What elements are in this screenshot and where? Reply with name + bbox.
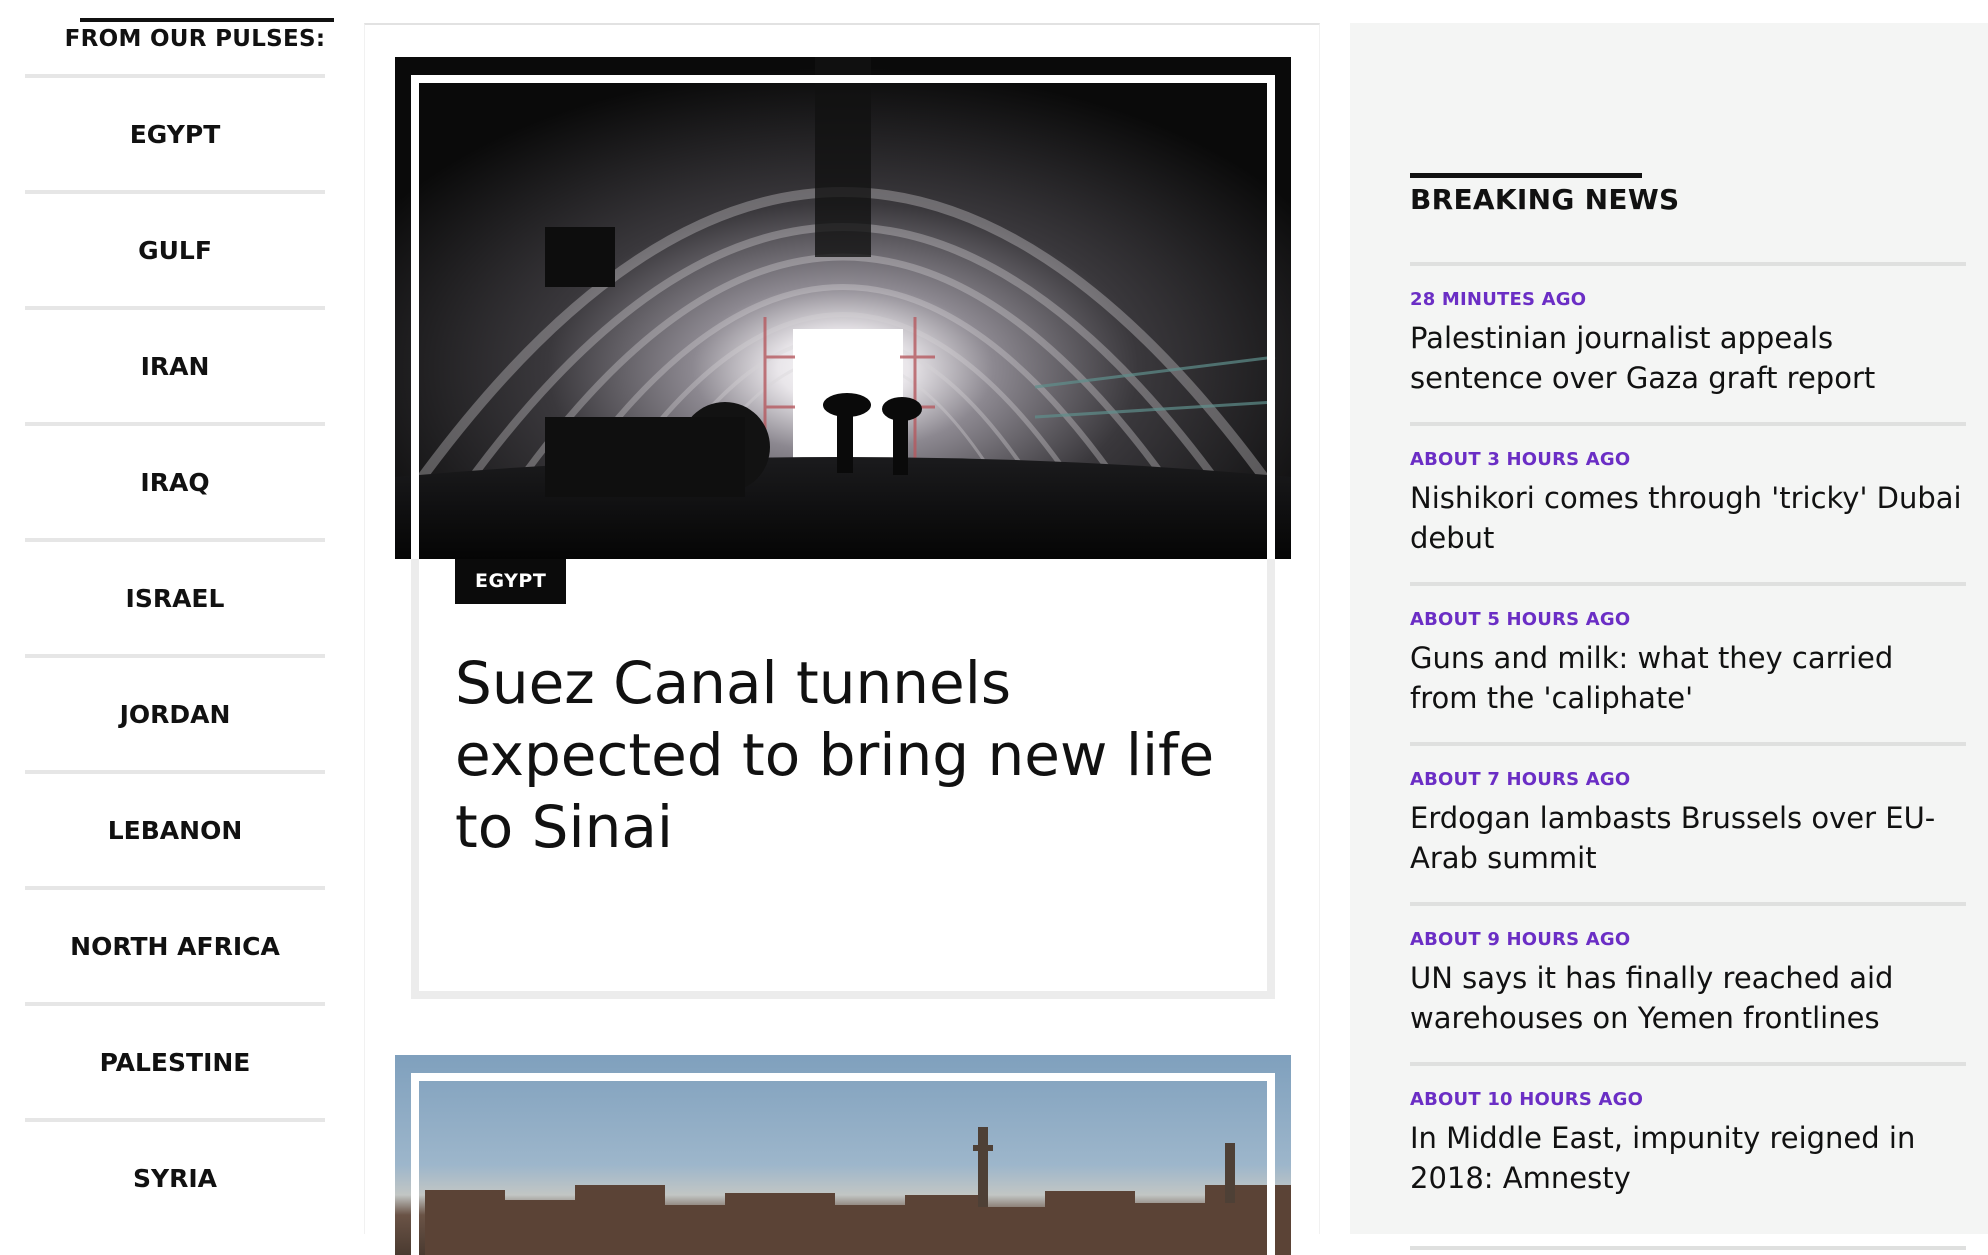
pulse-link-north-africa[interactable]: NORTH AFRICA <box>25 886 325 1002</box>
breaking-news-item[interactable]: ABOUT 5 HOURS AGO Guns and milk: what th… <box>1410 582 1966 742</box>
news-timestamp: ABOUT 9 HOURS AGO <box>1410 929 1631 950</box>
image-frame-overlay <box>411 1073 1275 1255</box>
pulse-link-syria[interactable]: SYRIA <box>25 1118 325 1234</box>
news-headline-link[interactable]: Erdogan lambasts Brussels over EU-Arab s… <box>1410 798 1966 878</box>
breaking-news-item[interactable]: ABOUT 7 HOURS AGO Erdogan lambasts Bruss… <box>1410 742 1966 902</box>
article-image-cityscape[interactable] <box>395 1055 1291 1255</box>
news-headline-link[interactable]: Palestinian journalist appeals sentence … <box>1410 318 1966 398</box>
pulses-list: EGYPT GULF IRAN IRAQ ISRAEL JORDAN LEBAN… <box>25 74 325 1234</box>
image-frame-overlay <box>411 75 1275 559</box>
article-card[interactable] <box>395 1055 1291 1255</box>
article-feed: EGYPT Suez Canal tunnels expected to bri… <box>364 23 1320 1255</box>
article-title[interactable]: Suez Canal tunnels expected to bring new… <box>455 647 1215 863</box>
category-badge[interactable]: EGYPT <box>455 559 567 604</box>
article-image-tunnel[interactable] <box>395 57 1291 559</box>
news-headline-link[interactable]: UN says it has finally reached aid wareh… <box>1410 958 1966 1038</box>
breaking-news-item[interactable]: ABOUT 3 HOURS AGO Nishikori comes throug… <box>1410 422 1966 582</box>
pulse-link-iraq[interactable]: IRAQ <box>25 422 325 538</box>
news-timestamp: ABOUT 3 HOURS AGO <box>1410 449 1631 470</box>
pulse-link-lebanon[interactable]: LEBANON <box>25 770 325 886</box>
breaking-news-item[interactable]: ABOUT 10 HOURS AGO In Middle East, impun… <box>1410 1062 1966 1222</box>
breaking-news-sidebar: BREAKING NEWS 28 MINUTES AGO Palestinian… <box>1350 23 1988 1250</box>
news-headline-link[interactable]: In Middle East, impunity reigned in 2018… <box>1410 1118 1966 1198</box>
pulse-link-israel[interactable]: ISRAEL <box>25 538 325 654</box>
news-headline-link[interactable]: Nishikori comes through 'tricky' Dubai d… <box>1410 478 1966 558</box>
pulse-link-jordan[interactable]: JORDAN <box>25 654 325 770</box>
news-timestamp: ABOUT 5 HOURS AGO <box>1410 609 1631 630</box>
breaking-news-list-end-rule <box>1410 1246 1966 1250</box>
pulses-heading: FROM OUR PULSES: <box>64 26 326 52</box>
article-card[interactable]: EGYPT Suez Canal tunnels expected to bri… <box>395 57 1291 1027</box>
breaking-news-item[interactable]: ABOUT 9 HOURS AGO UN says it has finally… <box>1410 902 1966 1062</box>
pulse-link-palestine[interactable]: PALESTINE <box>25 1002 325 1118</box>
news-timestamp: ABOUT 10 HOURS AGO <box>1410 1089 1644 1110</box>
news-timestamp: ABOUT 7 HOURS AGO <box>1410 769 1631 790</box>
breaking-news-list: 28 MINUTES AGO Palestinian journalist ap… <box>1410 262 1966 1222</box>
news-timestamp: 28 MINUTES AGO <box>1410 289 1587 310</box>
pulses-heading-rule <box>80 18 334 22</box>
breaking-news-heading: BREAKING NEWS <box>1410 183 1680 216</box>
breaking-news-heading-rule <box>1410 173 1642 178</box>
pulse-link-iran[interactable]: IRAN <box>25 306 325 422</box>
pulse-link-gulf[interactable]: GULF <box>25 190 325 306</box>
news-headline-link[interactable]: Guns and milk: what they carried from th… <box>1410 638 1966 718</box>
breaking-news-item[interactable]: 28 MINUTES AGO Palestinian journalist ap… <box>1410 262 1966 422</box>
pulse-link-egypt[interactable]: EGYPT <box>25 74 325 190</box>
